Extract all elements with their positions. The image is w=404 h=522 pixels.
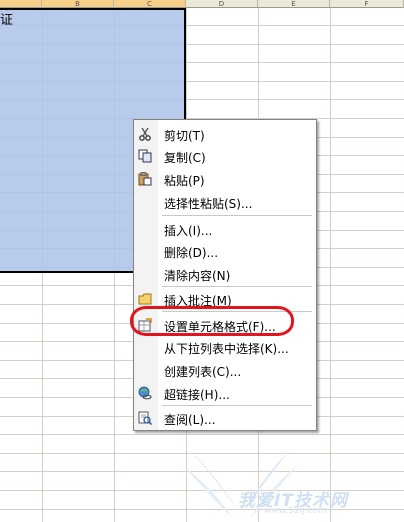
menu-item-insert[interactable]: 插入(I)... [134, 219, 316, 240]
menu-item-label: 复制(C) [164, 151, 206, 165]
menu-item-copy[interactable]: 复制(C) [134, 146, 316, 167]
menu-item-pick-from-list[interactable]: 从下拉列表中选择(K)... [134, 337, 316, 358]
cell-a1-text: 证 [0, 13, 14, 28]
copy-icon [138, 149, 152, 163]
grid-row-line [0, 434, 404, 435]
menu-item-lookup[interactable]: 查阅(L)... [134, 408, 316, 429]
menu-item-paste-special[interactable]: 选择性粘贴(S)... [134, 192, 316, 213]
menu-separator [162, 286, 312, 287]
column-header-b[interactable]: B [42, 0, 114, 8]
menu-item-label: 清除内容(N) [164, 269, 231, 283]
menu-item-cut[interactable]: 剪切(T) [134, 124, 316, 145]
menu-item-label: 从下拉列表中选择(K)... [164, 342, 289, 356]
column-header-c[interactable]: C [114, 0, 186, 8]
column-header-e[interactable]: E [258, 0, 330, 8]
watermark-url: www.52ij.com [264, 506, 327, 516]
hyperlink-icon [138, 386, 152, 400]
scissors-icon [138, 127, 152, 141]
menu-item-label: 选择性粘贴(S)... [164, 197, 253, 211]
menu-item-paste[interactable]: 粘贴(P) [134, 169, 316, 190]
comment-icon [138, 292, 152, 306]
menu-item-label: 查阅(L)... [164, 413, 216, 427]
menu-separator [162, 215, 312, 216]
column-header-a[interactable] [0, 0, 42, 8]
menu-item-delete[interactable]: 删除(D)... [134, 241, 316, 262]
column-header-d[interactable]: D [186, 0, 258, 8]
menu-item-hyperlink[interactable]: 超链接(H)... [134, 383, 316, 404]
menu-item-label: 粘贴(P) [164, 174, 205, 188]
menu-item-create-list[interactable]: 创建列表(C)... [134, 360, 316, 381]
lookup-icon [138, 411, 153, 426]
menu-item-label: 插入(I)... [164, 224, 213, 238]
column-header-f[interactable]: F [330, 0, 404, 8]
menu-item-label: 删除(D)... [164, 246, 219, 260]
context-menu: 剪切(T) 复制(C) 粘贴(P) 选择性粘贴(S)... 插入(I)... 删… [133, 119, 317, 431]
paste-icon [138, 172, 152, 186]
annotation-oval [130, 306, 294, 336]
menu-item-clear-contents[interactable]: 清除内容(N) [134, 264, 316, 285]
menu-item-label: 超链接(H)... [164, 388, 230, 402]
menu-item-label: 剪切(T) [164, 129, 205, 143]
menu-item-label: 创建列表(C)... [164, 365, 242, 379]
menu-separator [162, 405, 312, 406]
